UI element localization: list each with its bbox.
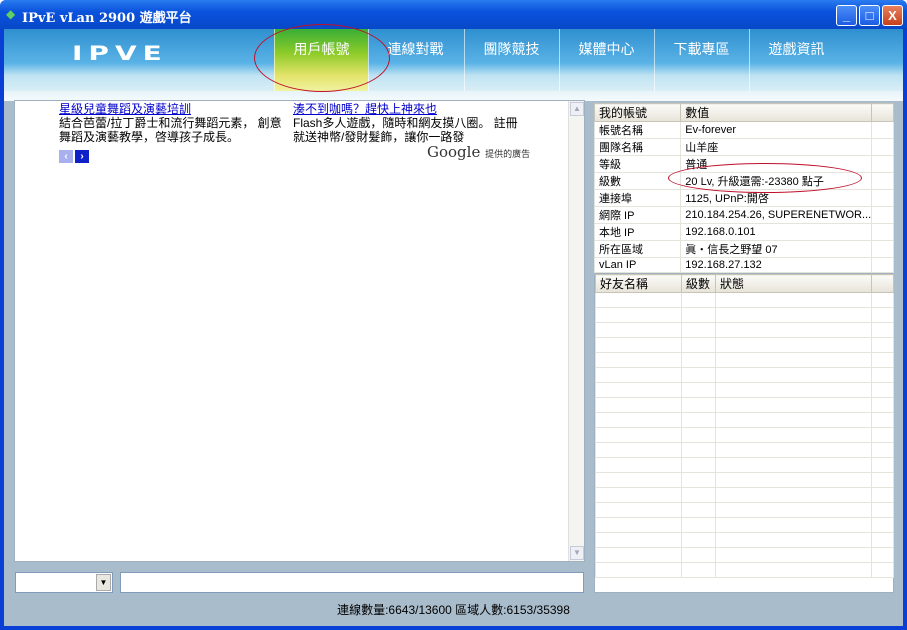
app-icon: ◆ xyxy=(6,7,16,21)
empty-row xyxy=(595,427,894,443)
empty-row xyxy=(595,472,894,488)
empty-row xyxy=(595,562,894,578)
prev-ad-button[interactable]: ‹ xyxy=(59,150,73,163)
ad-body: 結合芭蕾/拉丁爵士和流行舞蹈元素， 創意舞蹈及演藝教學，啓導孩子成長。 xyxy=(59,116,282,144)
filler-cell xyxy=(870,172,895,190)
maximize-button[interactable]: □ xyxy=(859,5,880,26)
ad-1: 星級兒童舞蹈及演藝培訓 結合芭蕾/拉丁爵士和流行舞蹈元素， 創意舞蹈及演藝教學，… xyxy=(59,102,283,144)
empty-row xyxy=(595,322,894,338)
field-value: 210.184.254.26, SUPERENETWOR... xyxy=(680,206,872,224)
google-logo: Google xyxy=(427,143,481,161)
empty-row xyxy=(595,367,894,383)
ad-link[interactable]: 星級兒童舞蹈及演藝培訓 xyxy=(59,102,283,116)
annotation-circle xyxy=(668,163,862,193)
column-header[interactable]: 級數 xyxy=(681,274,716,293)
close-button[interactable]: X xyxy=(882,5,903,26)
field-label: 網際 IP xyxy=(593,206,682,224)
ad-navigation: ‹ › xyxy=(59,148,91,163)
empty-row xyxy=(595,532,894,548)
field-label: 帳號名稱 xyxy=(593,121,682,139)
filler-cell xyxy=(870,138,895,156)
filler-cell xyxy=(870,121,895,139)
google-ads-label[interactable]: Google 提供的廣告 xyxy=(427,143,530,161)
filler-cell xyxy=(870,155,895,173)
column-header[interactable]: 狀態 xyxy=(715,274,872,293)
column-header[interactable]: 數值 xyxy=(680,103,872,122)
field-value: 眞・信長之野望 07 xyxy=(680,240,872,258)
scroll-up-icon[interactable]: ▲ xyxy=(570,102,584,116)
empty-row xyxy=(595,487,894,503)
table-row[interactable]: 所在區域 眞・信長之野望 07 xyxy=(593,240,895,258)
filler-cell xyxy=(870,223,895,241)
field-value: 山羊座 xyxy=(680,138,872,156)
field-label: 團隊名稱 xyxy=(593,138,682,156)
nav-banner: IPVE 用戶帳號 連線對戰 團隊競技 媒體中心 下載專區 遊戲資訊 xyxy=(4,29,903,91)
ad-link[interactable]: 湊不到咖嗎？趕快上神來也 xyxy=(293,102,523,116)
empty-row xyxy=(595,412,894,428)
ad-panel: 星級兒童舞蹈及演藝培訓 結合芭蕾/拉丁爵士和流行舞蹈元素， 創意舞蹈及演藝教學，… xyxy=(14,100,585,562)
filler-cell xyxy=(870,240,895,258)
vertical-scrollbar[interactable]: ▲ ▼ xyxy=(568,101,584,561)
table-row[interactable]: 本地 IP 192.168.0.101 xyxy=(593,223,895,241)
ads-by-label: 提供的廣告 xyxy=(485,149,531,159)
column-header-filler xyxy=(871,274,894,293)
ad-body: Flash多人遊戲，隨時和網友摸八圈。 註冊就送神幣/發財髮飾，讓你一路發 xyxy=(293,116,518,144)
column-header[interactable]: 好友名稱 xyxy=(595,274,682,293)
empty-row xyxy=(595,517,894,533)
table-row[interactable]: vLan IP 192.168.27.132 xyxy=(593,257,895,273)
field-value: 192.168.27.132 xyxy=(680,257,872,273)
empty-row xyxy=(595,397,894,413)
app-window: ◆ IPvE vLan 2900 遊戲平台 _ □ X IPVE 用戶帳號 連線… xyxy=(0,0,907,630)
chat-input[interactable] xyxy=(120,572,584,593)
client-area: IPVE 用戶帳號 連線對戰 團隊競技 媒體中心 下載專區 遊戲資訊 星級兒童舞… xyxy=(4,24,903,626)
field-label: vLan IP xyxy=(593,257,682,273)
empty-row xyxy=(595,502,894,518)
minimize-button[interactable]: _ xyxy=(836,5,857,26)
ad-2: 湊不到咖嗎？趕快上神來也 Flash多人遊戲，隨時和網友摸八圈。 註冊就送神幣/… xyxy=(293,102,523,144)
scroll-down-icon[interactable]: ▼ xyxy=(570,546,584,560)
window-title: IPvE vLan 2900 遊戲平台 xyxy=(22,11,192,26)
empty-row xyxy=(595,382,894,398)
empty-row xyxy=(595,547,894,563)
empty-row xyxy=(595,307,894,323)
ipve-logo: IPVE xyxy=(72,41,168,66)
channel-select[interactable]: ▼ xyxy=(15,572,113,593)
field-value: Ev-forever xyxy=(680,121,872,139)
tab-team-competition[interactable]: 團隊競技 xyxy=(464,29,558,91)
field-label: 所在區域 xyxy=(593,240,682,258)
column-header-filler xyxy=(870,103,895,122)
status-bar: 連線數量:6643/13600 區域人數:6153/35398 xyxy=(337,603,570,617)
friends-list[interactable]: 好友名稱 級數 狀態 xyxy=(594,273,894,593)
filler-cell xyxy=(870,189,895,207)
next-ad-button[interactable]: › xyxy=(75,150,89,163)
friends-table: 好友名稱 級數 狀態 xyxy=(595,274,894,578)
empty-row xyxy=(595,337,894,353)
chevron-down-icon[interactable]: ▼ xyxy=(96,574,111,591)
tab-media-center[interactable]: 媒體中心 xyxy=(559,29,653,91)
annotation-circle xyxy=(254,24,390,92)
filler-cell xyxy=(870,206,895,224)
field-value: 192.168.0.101 xyxy=(680,223,872,241)
empty-row xyxy=(595,457,894,473)
empty-row xyxy=(595,292,894,308)
table-row[interactable]: 團隊名稱 山羊座 xyxy=(593,138,895,156)
filler-cell xyxy=(870,257,895,273)
empty-row xyxy=(595,352,894,368)
table-row[interactable]: 帳號名稱 Ev-forever xyxy=(593,121,895,139)
field-label: 本地 IP xyxy=(593,223,682,241)
column-header[interactable]: 我的帳號 xyxy=(593,103,682,122)
empty-row xyxy=(595,442,894,458)
field-label: 等級 xyxy=(593,155,682,173)
tab-downloads[interactable]: 下載專區 xyxy=(654,29,748,91)
tab-game-info[interactable]: 遊戲資訊 xyxy=(749,29,843,91)
title-bar: ◆ IPvE vLan 2900 遊戲平台 _ □ X xyxy=(0,0,907,29)
table-row[interactable]: 網際 IP 210.184.254.26, SUPERENETWOR... xyxy=(593,206,895,224)
field-label: 連接埠 xyxy=(593,189,682,207)
